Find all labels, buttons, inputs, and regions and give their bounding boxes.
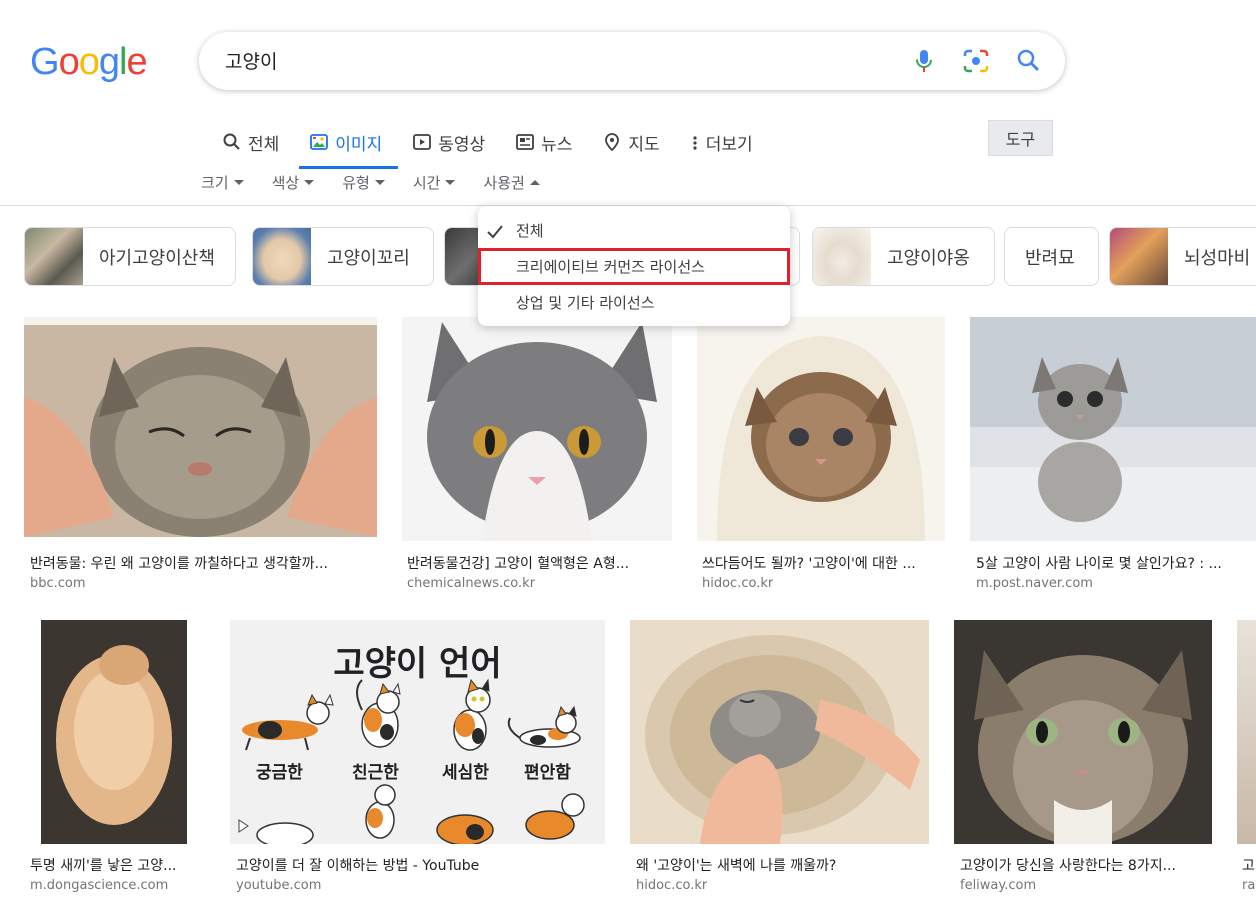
image-label-text: 편안함 — [524, 763, 571, 783]
tab-images[interactable]: 이미지 — [299, 122, 399, 169]
result-image[interactable] — [630, 620, 929, 844]
usage-option-commercial[interactable]: 상업 및 기타 라이선스 — [516, 292, 655, 313]
caret-down-icon — [445, 180, 456, 185]
chip-label: 반려묘 — [1025, 247, 1075, 269]
caret-up-icon — [529, 180, 540, 185]
tab-news[interactable]: 뉴스 — [515, 122, 572, 162]
result-image[interactable] — [954, 620, 1212, 844]
result-caption[interactable]: 투명 새끼'를 낳은 고양... — [30, 855, 200, 875]
logo-letter: l — [118, 41, 128, 83]
logo-letter: G — [30, 41, 60, 83]
result-source: m.dongascience.com — [30, 878, 169, 893]
logo-letter: e — [126, 41, 147, 83]
logo-letter: g — [98, 41, 120, 83]
result-source: m.post.naver.com — [976, 576, 1093, 591]
result-caption[interactable]: 고양이가 당신을 사랑한다는 8가지... — [960, 855, 1212, 875]
result-caption[interactable]: 쓰다듬어도 될까? '고양이'에 대한 ... — [702, 553, 945, 573]
filter-label: 사용권 — [483, 174, 525, 192]
result-source: hidoc.co.kr — [636, 878, 708, 893]
filter-usage-rights[interactable]: 사용권 — [483, 172, 540, 193]
chip-label: 고양이꼬리 — [327, 247, 410, 269]
filter-size[interactable]: 크기 — [201, 172, 244, 193]
result-source: feliway.com — [960, 878, 1037, 893]
result-source: bbc.com — [30, 576, 86, 591]
result-image[interactable] — [24, 317, 377, 537]
result-image-cat-language[interactable]: 고양이 언어 궁금한 친근한 세심한 편안함 — [230, 620, 605, 844]
caret-down-icon — [304, 180, 315, 185]
related-chip[interactable]: 반려묘 — [1004, 227, 1099, 286]
filter-color[interactable]: 색상 — [272, 172, 315, 193]
search-icon — [222, 132, 242, 152]
related-chip[interactable]: 뇌성마비 — [1109, 227, 1256, 286]
video-icon — [412, 132, 432, 152]
search-icon[interactable] — [1013, 46, 1043, 76]
search-input[interactable] — [225, 49, 825, 71]
related-chip[interactable]: 아기고양이산책 — [24, 227, 236, 286]
tab-label: 동영상 — [438, 134, 486, 155]
filter-label: 유형 — [342, 174, 370, 192]
caret-down-icon — [374, 180, 385, 185]
usage-rights-dropdown: 전체 크리에이티브 커먼즈 라이선스 상업 및 기타 라이선스 — [478, 206, 790, 326]
result-caption[interactable]: 5살 고양이 사람 나이로 몇 살인가요? : ... — [976, 553, 1256, 573]
chip-thumbnail — [813, 228, 871, 285]
filter-label: 시간 — [412, 174, 441, 192]
image-icon — [309, 132, 329, 152]
logo-letter: o — [78, 41, 100, 83]
image-label-text: 세심한 — [442, 763, 489, 783]
caret-down-icon — [233, 180, 244, 185]
search-tabs: 전체 이미지 동영상 뉴스 지도 더보기 — [222, 122, 783, 169]
result-caption[interactable]: 고 — [1242, 855, 1256, 875]
filter-bar: 크기 색상 유형 시간 사용권 — [201, 172, 568, 193]
checkmark-icon — [486, 224, 504, 240]
result-caption[interactable]: 고양이를 더 잘 이해하는 방법 - YouTube — [236, 855, 606, 875]
result-source: ra — [1242, 878, 1256, 893]
logo-letter: o — [58, 41, 80, 83]
tab-videos[interactable]: 동영상 — [412, 122, 485, 162]
image-label-text: 궁금한 — [256, 763, 303, 783]
tab-label: 전체 — [248, 134, 280, 155]
tab-maps[interactable]: 지도 — [602, 122, 660, 162]
tab-more[interactable]: 더보기 — [690, 122, 753, 162]
map-pin-icon — [602, 132, 622, 152]
filter-type[interactable]: 유형 — [342, 172, 385, 193]
chip-thumbnail — [1110, 228, 1168, 285]
google-logo[interactable]: Google — [30, 41, 148, 84]
image-label-text: 친근한 — [352, 763, 399, 783]
search-box[interactable] — [199, 32, 1065, 90]
result-image[interactable] — [402, 317, 672, 541]
result-image[interactable] — [970, 317, 1256, 541]
result-image-partial[interactable] — [1237, 620, 1256, 844]
result-image[interactable] — [697, 317, 945, 541]
highlight-box — [478, 248, 790, 285]
result-source: chemicalnews.co.kr — [407, 576, 536, 591]
result-caption[interactable]: 반려동물건강] 고양이 혈액형은 A형... — [407, 553, 672, 573]
chip-label: 아기고양이산책 — [99, 247, 215, 269]
related-chip[interactable]: 고양이야옹 — [812, 227, 995, 286]
tab-label: 더보기 — [705, 134, 753, 155]
filter-label: 크기 — [201, 174, 229, 192]
result-source: hidoc.co.kr — [702, 576, 774, 591]
related-chip[interactable]: 고양이꼬리 — [252, 227, 434, 286]
result-caption[interactable]: 왜 '고양이'는 새벽에 나를 깨울까? — [636, 855, 929, 875]
tab-label: 지도 — [628, 134, 660, 155]
chip-label: 뇌성마비 — [1184, 247, 1251, 269]
tools-button[interactable]: 도구 — [988, 120, 1053, 156]
usage-option-all[interactable]: 전체 — [516, 220, 544, 241]
tab-label: 이미지 — [335, 134, 383, 155]
result-caption[interactable]: 반려동물: 우린 왜 고양이를 까칠하다고 생각할까... — [30, 553, 375, 573]
filter-time[interactable]: 시간 — [413, 172, 456, 193]
tab-all[interactable]: 전체 — [222, 122, 279, 162]
result-source: youtube.com — [236, 878, 322, 893]
camera-lens-icon[interactable] — [961, 46, 991, 76]
microphone-icon[interactable] — [909, 46, 939, 76]
tab-label: 뉴스 — [541, 134, 573, 155]
filter-label: 색상 — [271, 174, 300, 192]
news-icon — [515, 132, 535, 152]
chip-thumbnail — [253, 228, 311, 285]
chip-label: 고양이야옹 — [887, 247, 970, 269]
result-image[interactable] — [24, 620, 205, 844]
chip-thumbnail — [25, 228, 83, 285]
more-vert-icon — [690, 132, 700, 152]
